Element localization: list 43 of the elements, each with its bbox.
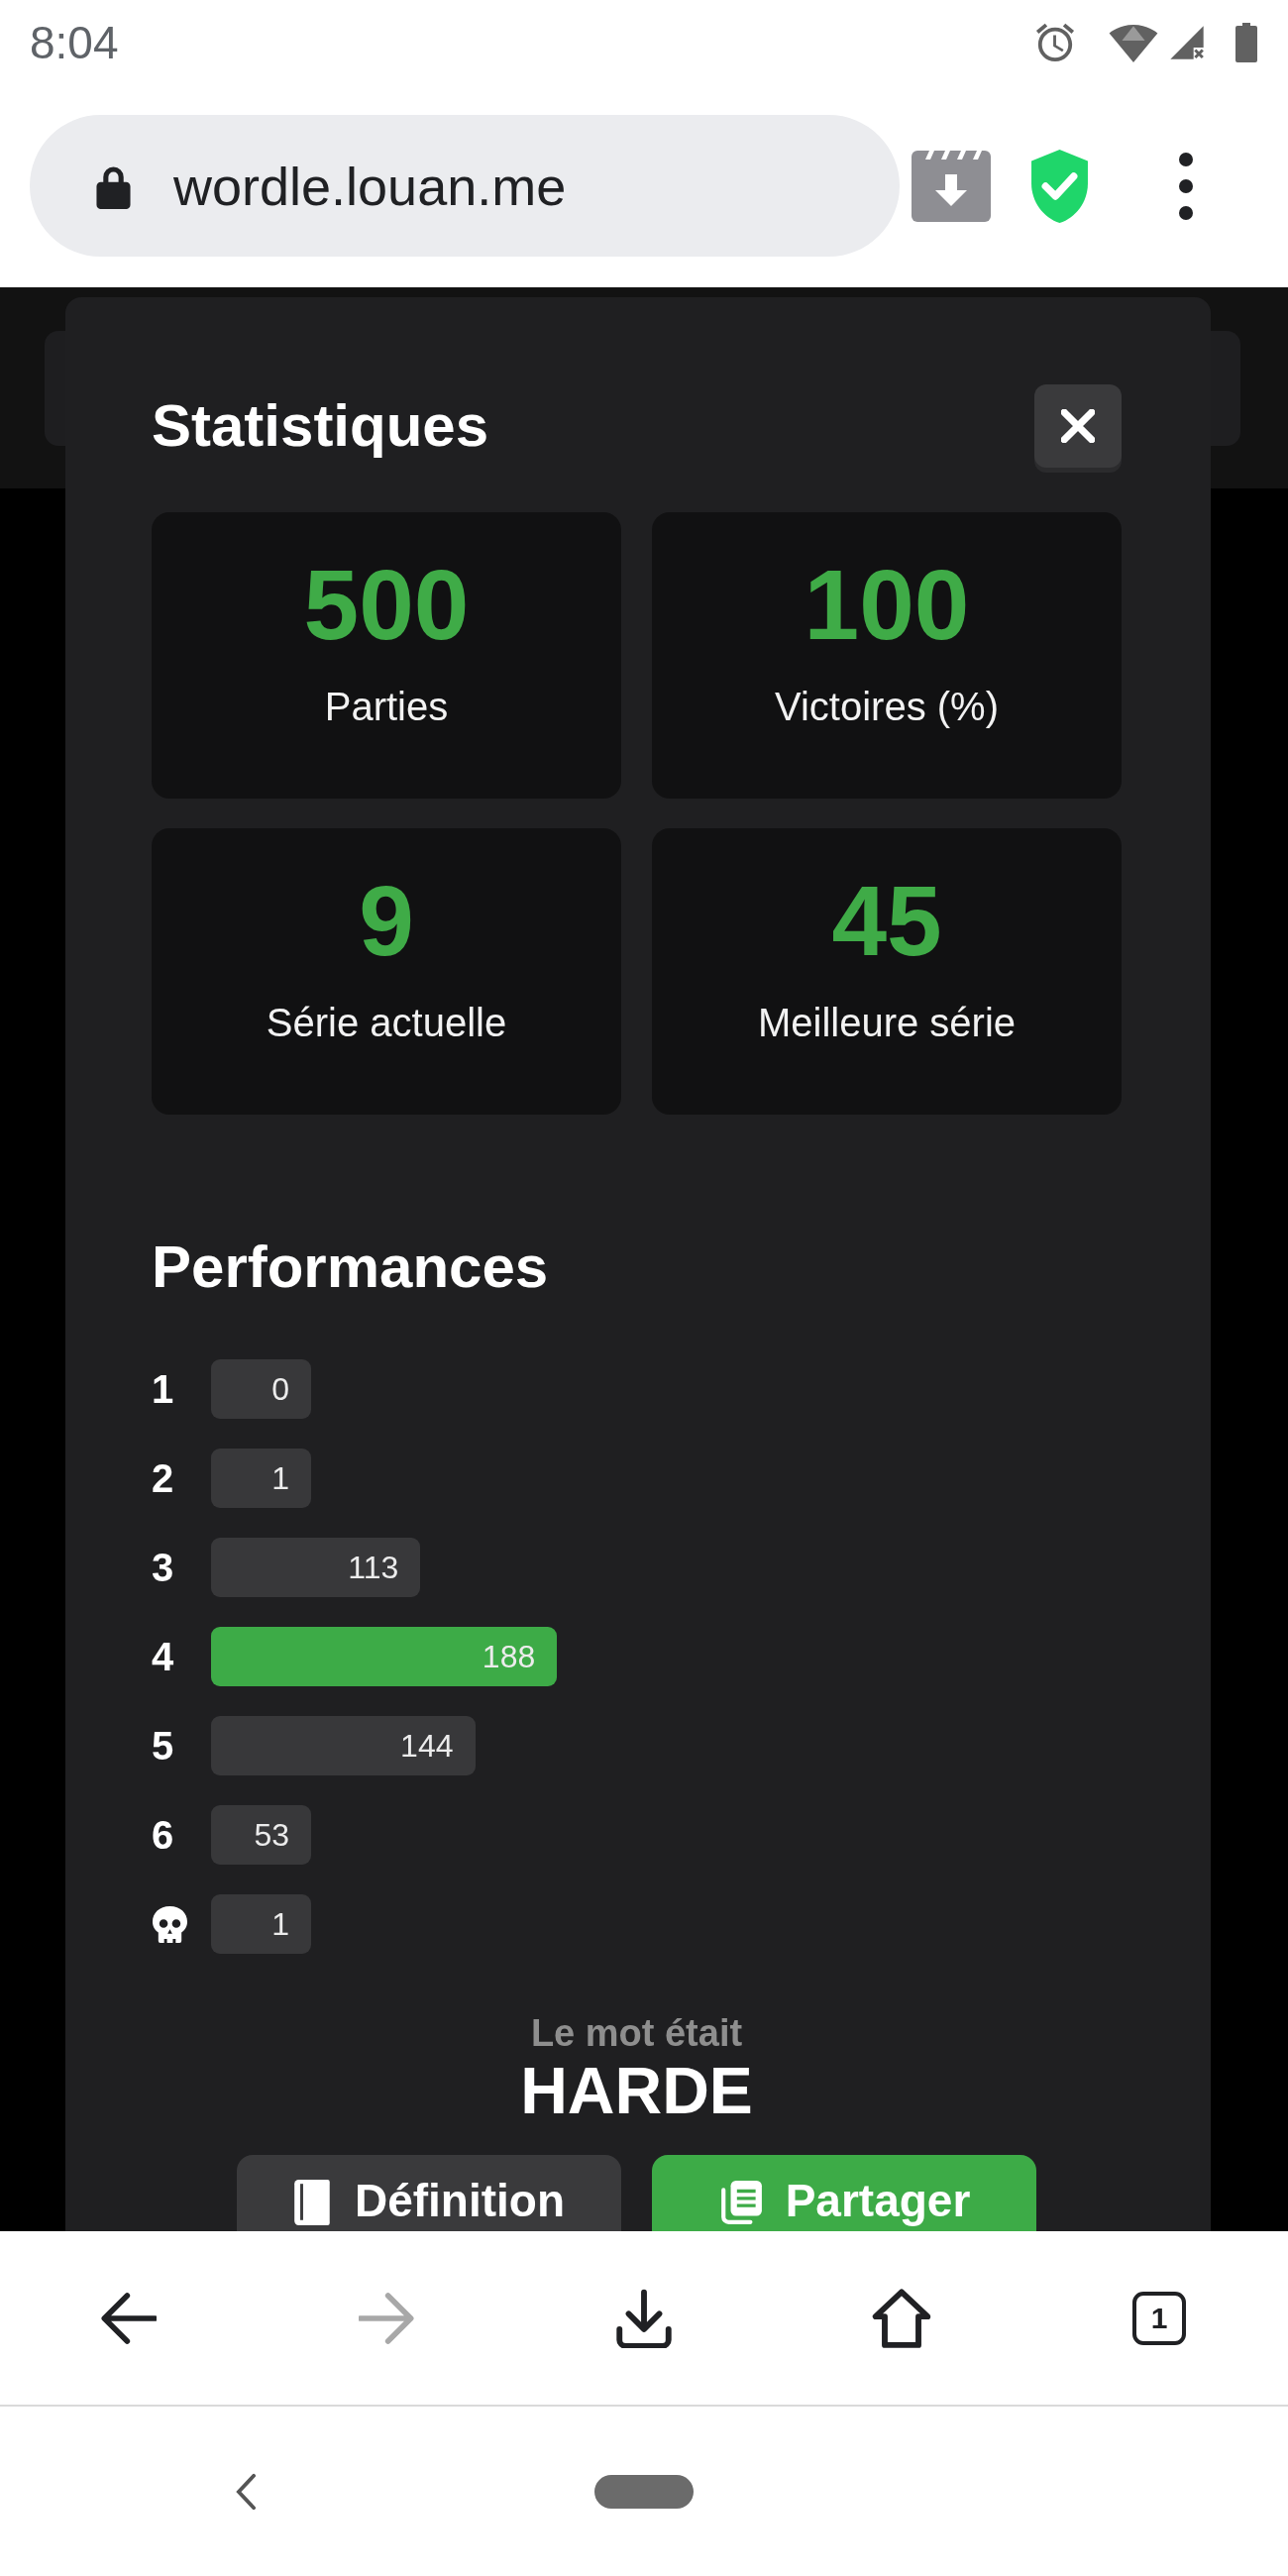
- dialog-title: Statistiques: [152, 391, 489, 461]
- bar-count: 144: [400, 1730, 454, 1762]
- guess-number: 1: [152, 1369, 174, 1409]
- menu-icon[interactable]: [1179, 152, 1193, 220]
- bar-count: 113: [348, 1552, 399, 1583]
- bar-count: 0: [271, 1373, 290, 1405]
- stat-value: 100: [804, 557, 970, 652]
- stat-label: Série actuelle: [266, 1000, 507, 1045]
- address-bar[interactable]: wordle.louan.me: [30, 115, 900, 257]
- stat-label: Meilleure série: [757, 1000, 1017, 1045]
- bar-count: 53: [254, 1819, 290, 1851]
- stat-value: 45: [831, 873, 942, 968]
- bar-count: 1: [271, 1462, 290, 1494]
- guess-number: 2: [152, 1458, 174, 1498]
- answer-word: HARDE: [520, 2055, 753, 2126]
- skull-icon: [152, 1905, 188, 1943]
- shield-check-icon[interactable]: [1028, 149, 1091, 223]
- back-chevron-icon[interactable]: [235, 2471, 258, 2512]
- alarm-icon: [1035, 22, 1075, 62]
- tab-count-button[interactable]: 1: [1132, 2291, 1186, 2345]
- guess-number: 3: [152, 1548, 174, 1587]
- guess-number: 5: [152, 1726, 174, 1766]
- home-icon[interactable]: [872, 2287, 931, 2349]
- guess-number: 4: [152, 1637, 174, 1676]
- bar-count: 188: [482, 1641, 536, 1672]
- section-title: Performances: [152, 1233, 550, 1302]
- wifi-icon: [1108, 22, 1159, 62]
- answer-caption: Le mot était: [530, 2011, 743, 2055]
- stat-value: 500: [303, 557, 470, 652]
- stat-value: 9: [359, 873, 414, 968]
- video-download-icon[interactable]: [912, 150, 991, 222]
- stat-label: Parties: [324, 684, 449, 729]
- battery-icon: [1235, 22, 1257, 62]
- download-icon[interactable]: [615, 2288, 673, 2348]
- close-icon: [1061, 409, 1095, 443]
- home-handle[interactable]: [594, 2474, 694, 2509]
- guess-number: 6: [152, 1815, 174, 1855]
- clock-time: 8:04: [30, 19, 120, 65]
- bar-count: 1: [271, 1908, 290, 1940]
- back-arrow-icon[interactable]: [101, 2290, 157, 2346]
- stat-label: Victoires (%): [775, 684, 999, 729]
- book-icon: [292, 2180, 333, 2225]
- definition-button[interactable]: Définition: [237, 2155, 621, 2231]
